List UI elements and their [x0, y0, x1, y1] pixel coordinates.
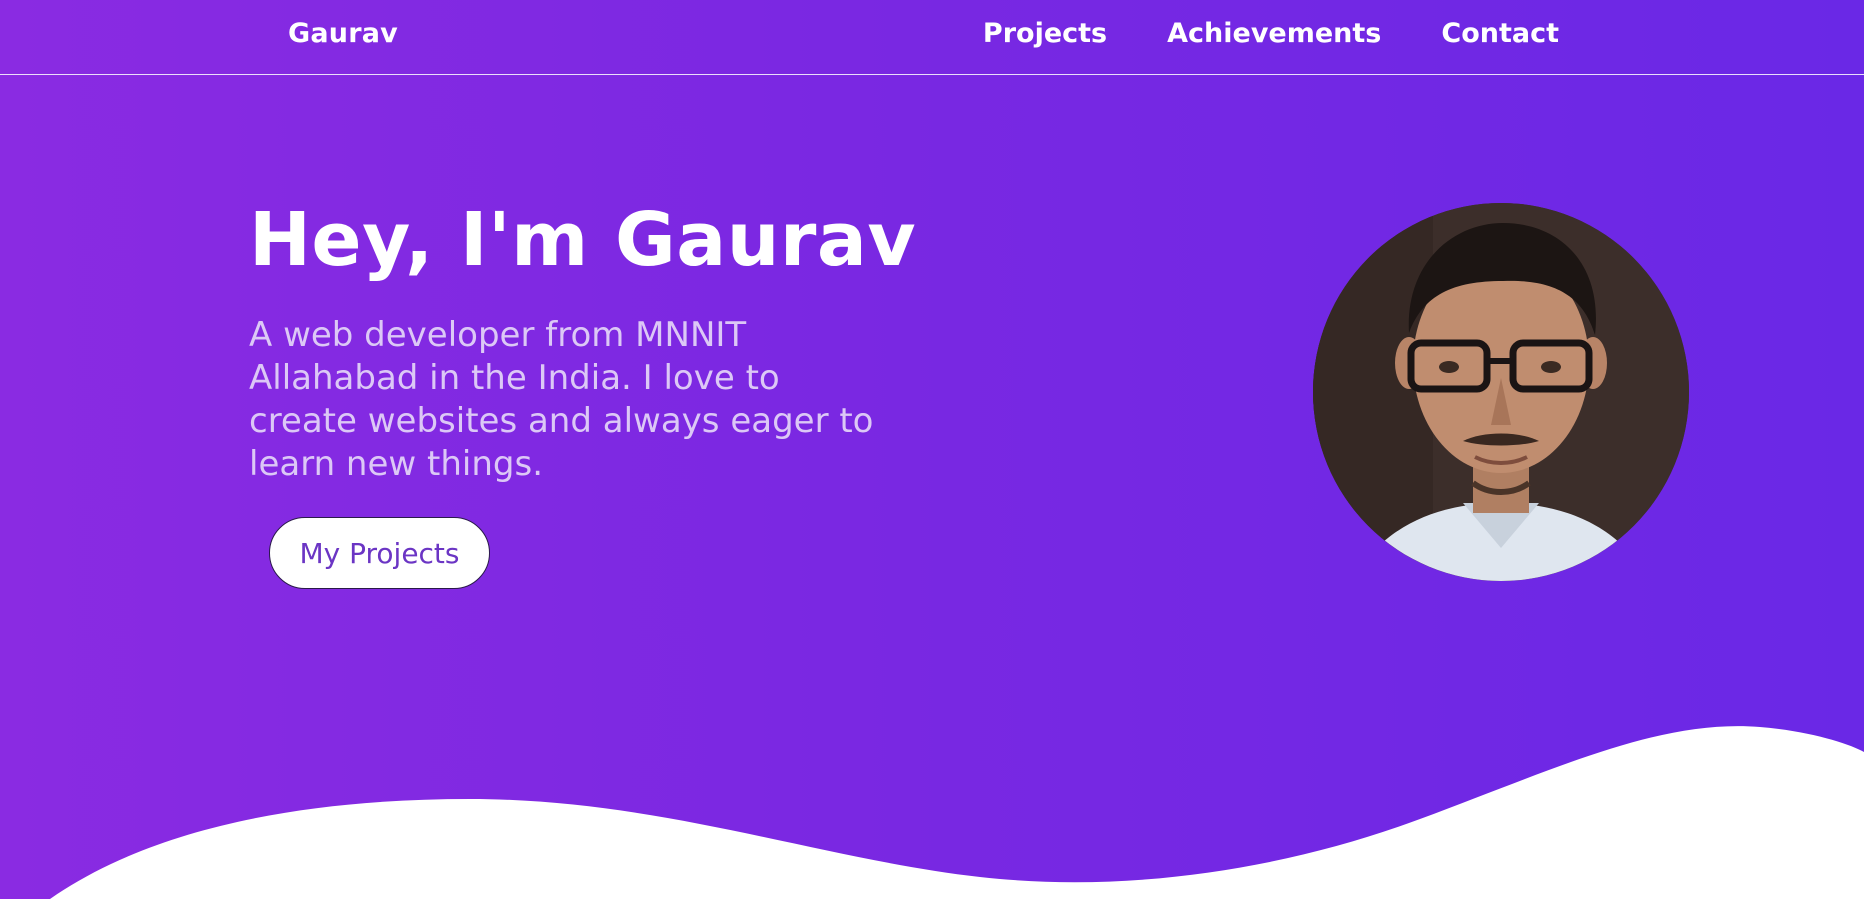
hero-subtitle: A web developer from MNNIT Allahabad in … [249, 315, 874, 484]
hero-section: Gaurav Projects Achievements Contact Hey… [0, 0, 1864, 899]
hero-title: Hey, I'm Gaurav [249, 197, 917, 283]
profile-photo-icon [1313, 203, 1689, 581]
nav-link-achievements[interactable]: Achievements [1167, 18, 1381, 49]
brand-logo-link[interactable]: Gaurav [288, 18, 398, 49]
nav-link-contact[interactable]: Contact [1441, 18, 1559, 49]
page: Gaurav Projects Achievements Contact Hey… [0, 0, 1864, 899]
nav-link-projects[interactable]: Projects [983, 18, 1107, 49]
wave-divider [50, 726, 1864, 899]
avatar [1313, 203, 1689, 581]
nav-links: Projects Achievements Contact [983, 18, 1559, 49]
navbar: Gaurav Projects Achievements Contact [0, 0, 1864, 75]
my-projects-button[interactable]: My Projects [269, 517, 490, 589]
